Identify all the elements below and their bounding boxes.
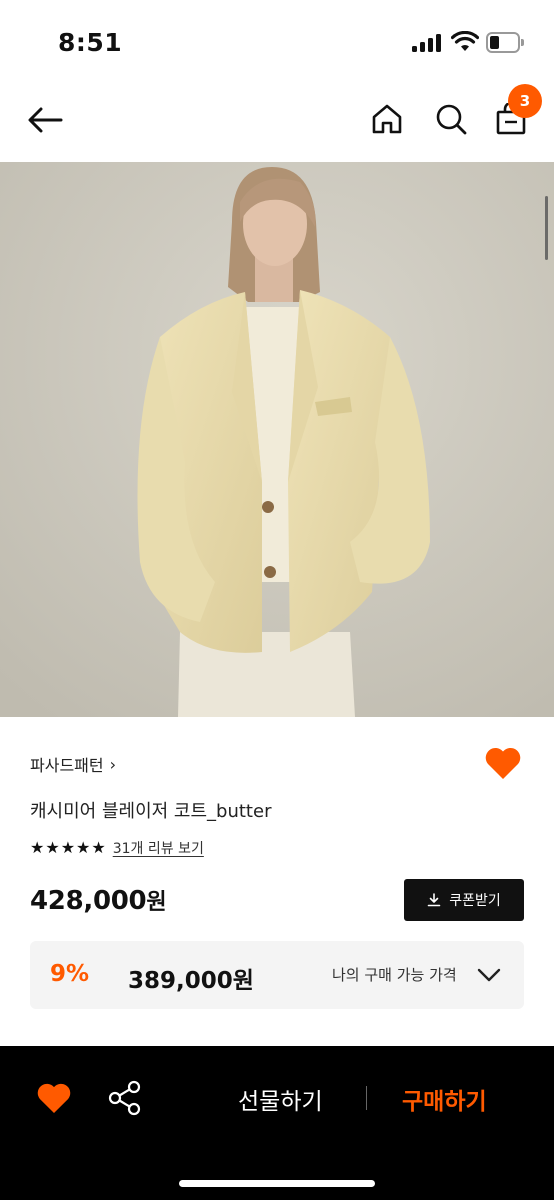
price-unit: 원 xyxy=(146,890,167,915)
cart-count-badge: 3 xyxy=(508,84,542,118)
home-icon xyxy=(372,104,402,134)
brand-name: 파사드패턴 xyxy=(30,756,104,775)
original-price: 428,000원 xyxy=(30,884,167,916)
back-button[interactable] xyxy=(22,98,68,142)
rating-row: ★ ★ ★ ★ ★ 31개 리뷰 보기 xyxy=(30,838,204,858)
scroll-indicator xyxy=(545,196,548,260)
chevron-down-icon[interactable] xyxy=(476,963,502,987)
coupon-label: 쿠폰받기 xyxy=(449,893,501,909)
share-button[interactable] xyxy=(108,1080,142,1116)
search-button[interactable] xyxy=(430,98,472,140)
star-icon: ★ xyxy=(91,838,106,857)
discount-rate: 9% xyxy=(50,961,90,987)
my-price-box[interactable]: 9% 389,000원 나의 구매 가능 가격 xyxy=(30,941,524,1009)
bottom-action-bar: 선물하기 구매하기 xyxy=(0,1046,554,1200)
buy-button[interactable]: 구매하기 xyxy=(402,1082,487,1116)
star-icon: ★ xyxy=(76,838,91,857)
top-navigation xyxy=(0,80,554,162)
battery-icon xyxy=(486,32,524,53)
discount-price: 389,000원 xyxy=(128,968,254,994)
reviews-link[interactable]: 31개 리뷰 보기 xyxy=(113,838,204,858)
cellular-signal-icon xyxy=(412,34,442,52)
coupon-download-button[interactable]: 쿠폰받기 xyxy=(404,879,524,921)
heart-icon xyxy=(37,1083,71,1114)
star-icon: ★ xyxy=(60,838,76,857)
star-icon: ★ xyxy=(45,838,60,857)
brand-link[interactable]: 파사드패턴 › xyxy=(30,752,116,776)
like-button[interactable] xyxy=(484,746,524,784)
star-icon: ★ xyxy=(30,838,45,857)
product-image[interactable] xyxy=(0,162,554,717)
rating-stars: ★ ★ ★ ★ ★ xyxy=(30,840,107,856)
status-time: 8:51 xyxy=(58,28,123,57)
divider xyxy=(366,1086,367,1110)
product-title: 캐시미어 블레이저 코트_butter xyxy=(30,801,272,822)
price-value: 428,000 xyxy=(30,886,147,916)
search-icon xyxy=(436,104,467,135)
gift-button[interactable]: 선물하기 xyxy=(238,1082,323,1116)
model-photo xyxy=(0,162,554,717)
home-indicator xyxy=(179,1180,375,1187)
share-icon xyxy=(108,1080,141,1116)
bottom-like-button[interactable] xyxy=(36,1082,72,1116)
home-button[interactable] xyxy=(366,98,408,140)
chevron-right-icon: › xyxy=(109,754,117,774)
status-bar: 8:51 xyxy=(0,0,554,80)
my-price-label: 나의 구매 가능 가격 xyxy=(332,966,457,984)
heart-icon xyxy=(485,747,521,779)
back-arrow-icon xyxy=(28,107,63,133)
wifi-icon xyxy=(451,31,479,51)
download-icon xyxy=(427,893,441,907)
